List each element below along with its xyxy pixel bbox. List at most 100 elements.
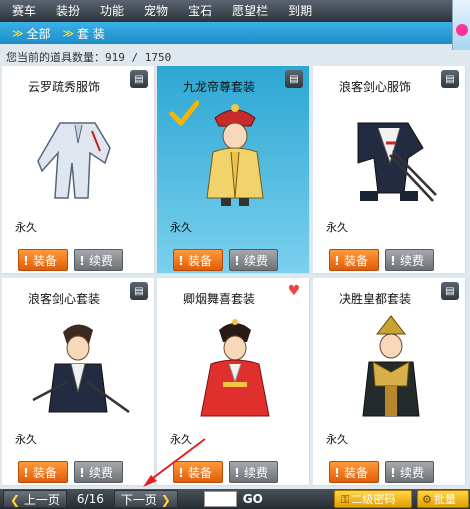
duration-label: 永久: [15, 221, 37, 234]
alert-icon: !: [79, 466, 85, 480]
item-title: 九龙帝尊套装: [182, 80, 255, 94]
duration-label: 永久: [170, 433, 192, 446]
gift-icon[interactable]: ▤: [130, 282, 148, 300]
gift-icon[interactable]: ▤: [441, 282, 459, 300]
nav-tab-pet[interactable]: 宠物: [134, 0, 178, 22]
gift-icon[interactable]: ▤: [130, 70, 148, 88]
renew-label: 续费: [89, 466, 114, 480]
secondary-password-label: 二级密码: [351, 493, 396, 506]
item-card[interactable]: 决胜皇都套装 ▤ 永久 ! 装备 ! 续费: [313, 278, 466, 486]
item-title: 卿烟舞喜套装: [182, 292, 255, 306]
equip-label: 装备: [33, 254, 58, 268]
sub-tab-label: 全部: [26, 26, 51, 41]
item-image: [27, 312, 133, 422]
item-title: 浪客剑心套装: [27, 292, 100, 306]
inventory-count: 您当前的道具数量：919 / 1750: [6, 49, 171, 65]
equip-button[interactable]: ! 装备: [173, 461, 223, 483]
alert-icon: !: [23, 466, 29, 480]
alert-icon: !: [178, 466, 184, 480]
page-indicator: 6/16: [76, 492, 104, 506]
sub-nav: ≫ 全部 ≫ 套 装: [0, 22, 452, 44]
prev-page-button[interactable]: ❮ 上一页: [3, 490, 67, 508]
item-image: [182, 312, 288, 422]
item-title: 浪客剑心服饰: [338, 80, 411, 94]
next-page-label: 下一页: [120, 493, 157, 507]
next-page-button[interactable]: 下一页 ❯: [113, 490, 178, 508]
duration-label: 永久: [170, 221, 192, 234]
heart-icon[interactable]: ♥: [285, 282, 303, 300]
renew-label: 续费: [89, 254, 114, 268]
batch-button[interactable]: ⚙ 批量: [417, 490, 469, 508]
equip-label: 装备: [33, 466, 58, 480]
arrow-icon: ≫: [12, 26, 24, 40]
alert-icon: !: [234, 466, 240, 480]
secondary-password-button[interactable]: ⚿ 二级密码: [334, 490, 412, 508]
duration-label: 永久: [326, 221, 348, 234]
alert-icon: !: [178, 254, 184, 268]
item-image: [338, 312, 444, 422]
alert-icon: !: [390, 466, 396, 480]
item-card[interactable]: 浪客剑心套装 ▤ 永久 ! 装备 ! 续费: [2, 278, 155, 486]
duration-label: 永久: [326, 433, 348, 446]
item-card[interactable]: 卿烟舞喜套装 ♥ 永久 ! 装备 ! 续费: [157, 278, 310, 486]
item-title: 云罗疏秀服饰: [27, 80, 100, 94]
duration-label: 永久: [15, 433, 37, 446]
alert-icon: !: [334, 466, 340, 480]
item-image: [27, 100, 133, 210]
item-image: [182, 100, 288, 210]
side-handle[interactable]: [452, 0, 470, 50]
renew-button[interactable]: ! 续费: [74, 461, 123, 483]
count-label: 您当前的道具数量：: [6, 51, 105, 64]
page-input[interactable]: [203, 491, 237, 507]
item-card-selected[interactable]: 九龙帝尊套装 ▤ 永久 ! 装备 ! 续费: [157, 66, 310, 274]
pin-icon: [456, 24, 468, 36]
renew-label: 续费: [244, 254, 269, 268]
renew-label: 续费: [400, 466, 425, 480]
alert-icon: !: [334, 254, 340, 268]
batch-label: 批量: [433, 493, 456, 506]
nav-tab-function[interactable]: 功能: [90, 0, 134, 22]
gift-icon[interactable]: ▤: [441, 70, 459, 88]
go-button[interactable]: GO: [243, 492, 263, 506]
nav-tab-wishlist[interactable]: 愿望栏: [222, 0, 278, 22]
renew-button[interactable]: ! 续费: [385, 249, 434, 271]
prev-page-label: 上一页: [23, 493, 60, 507]
gift-icon[interactable]: ▤: [285, 70, 303, 88]
equip-button[interactable]: ! 装备: [173, 249, 223, 271]
arrow-icon: ≫: [62, 26, 75, 40]
renew-label: 续费: [400, 254, 425, 268]
equip-button[interactable]: ! 装备: [18, 249, 68, 271]
alert-icon: !: [390, 254, 396, 268]
equip-label: 装备: [188, 466, 213, 480]
item-card[interactable]: 浪客剑心服饰 ▤ 永久 ! 装备 ! 续费: [313, 66, 466, 274]
top-nav: 赛车 装扮 功能 宠物 宝石 愿望栏 到期: [0, 0, 470, 50]
renew-button[interactable]: ! 续费: [385, 461, 434, 483]
renew-label: 续费: [244, 466, 269, 480]
count-value: 919 / 1750: [105, 51, 172, 64]
equip-label: 装备: [344, 466, 369, 480]
lock-icon: ⚿: [341, 493, 350, 506]
equip-button[interactable]: ! 装备: [329, 249, 379, 271]
renew-button[interactable]: ! 续费: [229, 249, 278, 271]
alert-icon: !: [23, 254, 29, 268]
sub-tab-suits[interactable]: ≫ 套 装: [63, 25, 105, 42]
item-image: [338, 100, 444, 210]
chevron-right-icon: ❯: [160, 493, 171, 507]
item-card[interactable]: 云罗疏秀服饰 ▤ 永久 ! 装备 ! 续费: [2, 66, 155, 274]
nav-tab-outfit[interactable]: 装扮: [46, 0, 90, 22]
gear-icon: ⚙: [422, 493, 432, 506]
equip-label: 装备: [188, 254, 213, 268]
sub-tab-all[interactable]: ≫ 全部: [12, 25, 51, 42]
sub-tab-label: 套 装: [77, 26, 105, 41]
equip-label: 装备: [344, 254, 369, 268]
nav-tab-expiry[interactable]: 到期: [278, 0, 322, 22]
equip-button[interactable]: ! 装备: [329, 461, 379, 483]
renew-button[interactable]: ! 续费: [229, 461, 278, 483]
nav-tab-racing[interactable]: 赛车: [0, 0, 46, 22]
renew-button[interactable]: ! 续费: [74, 249, 123, 271]
alert-icon: !: [79, 254, 85, 268]
pager-bar: ❮ 上一页 6/16 下一页 ❯ GO ⚿ 二级密码 ⚙ 批量: [0, 489, 470, 509]
nav-tab-gem[interactable]: 宝石: [178, 0, 222, 22]
item-grid: 云罗疏秀服饰 ▤ 永久 ! 装备 ! 续费 九龙帝尊套装 ▤ 永久 ! 装备 !…: [0, 66, 470, 489]
equip-button[interactable]: ! 装备: [18, 461, 68, 483]
